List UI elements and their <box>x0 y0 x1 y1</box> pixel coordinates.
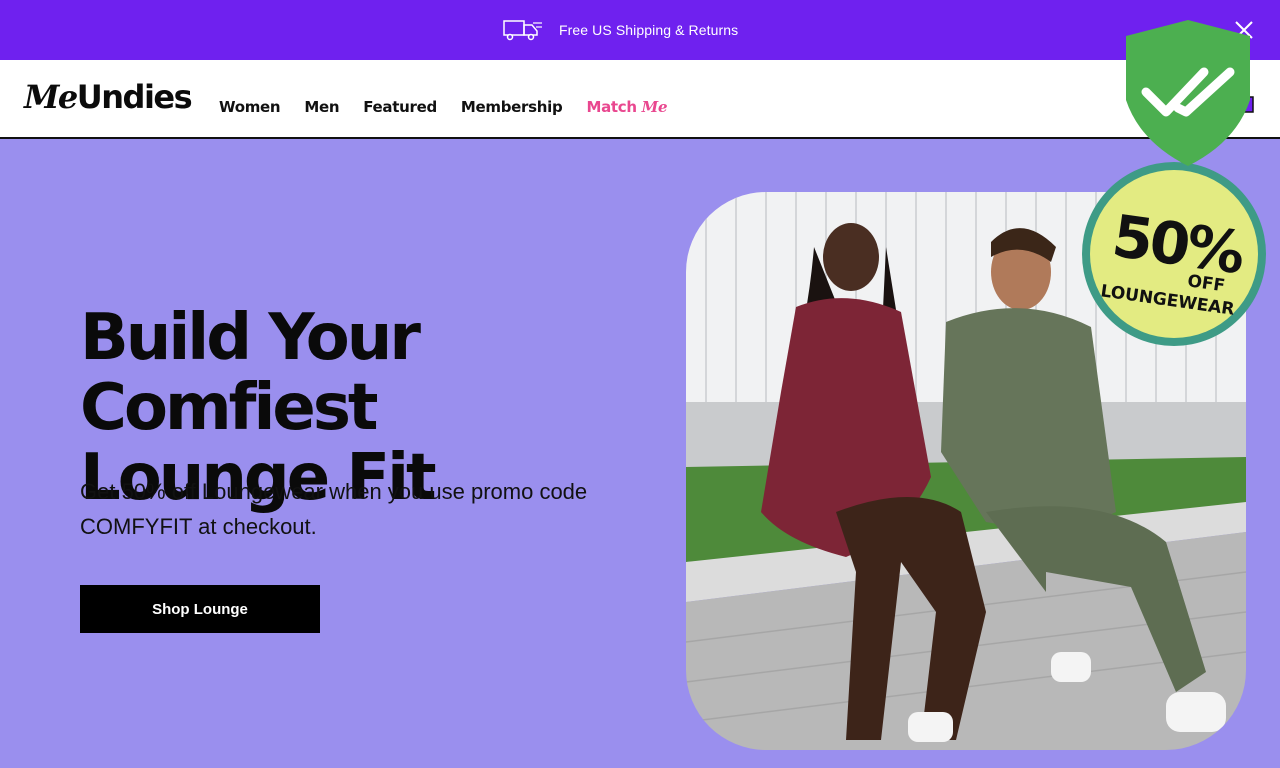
shop-lounge-button[interactable]: Shop Lounge <box>80 585 320 633</box>
discount-badge: 50% OFF LOUNGEWEAR <box>1082 162 1266 346</box>
hero-subtitle: Get 50% off Loungewear when you use prom… <box>80 479 588 539</box>
nav-item-featured[interactable]: Featured <box>363 98 437 116</box>
site-header: MeUndies Women Men Featured Membership M… <box>0 60 1280 139</box>
nav-item-men[interactable]: Men <box>304 98 339 116</box>
nav-item-membership[interactable]: Membership <box>461 98 563 116</box>
meundies-logo[interactable]: MeUndies <box>24 78 193 116</box>
promo-bar: Free US Shipping & Returns <box>0 0 1280 60</box>
promo-text: Free US Shipping & Returns <box>559 22 739 38</box>
nav-item-women[interactable]: Women <box>219 98 281 116</box>
truck-icon <box>503 20 542 41</box>
promo-message: Free US Shipping & Returns <box>503 19 738 41</box>
main-nav: Women Men Featured Membership Match Me <box>219 98 668 116</box>
verified-shield-icon[interactable] <box>1126 20 1250 166</box>
nav-item-match-me[interactable]: Match Me <box>586 98 667 116</box>
